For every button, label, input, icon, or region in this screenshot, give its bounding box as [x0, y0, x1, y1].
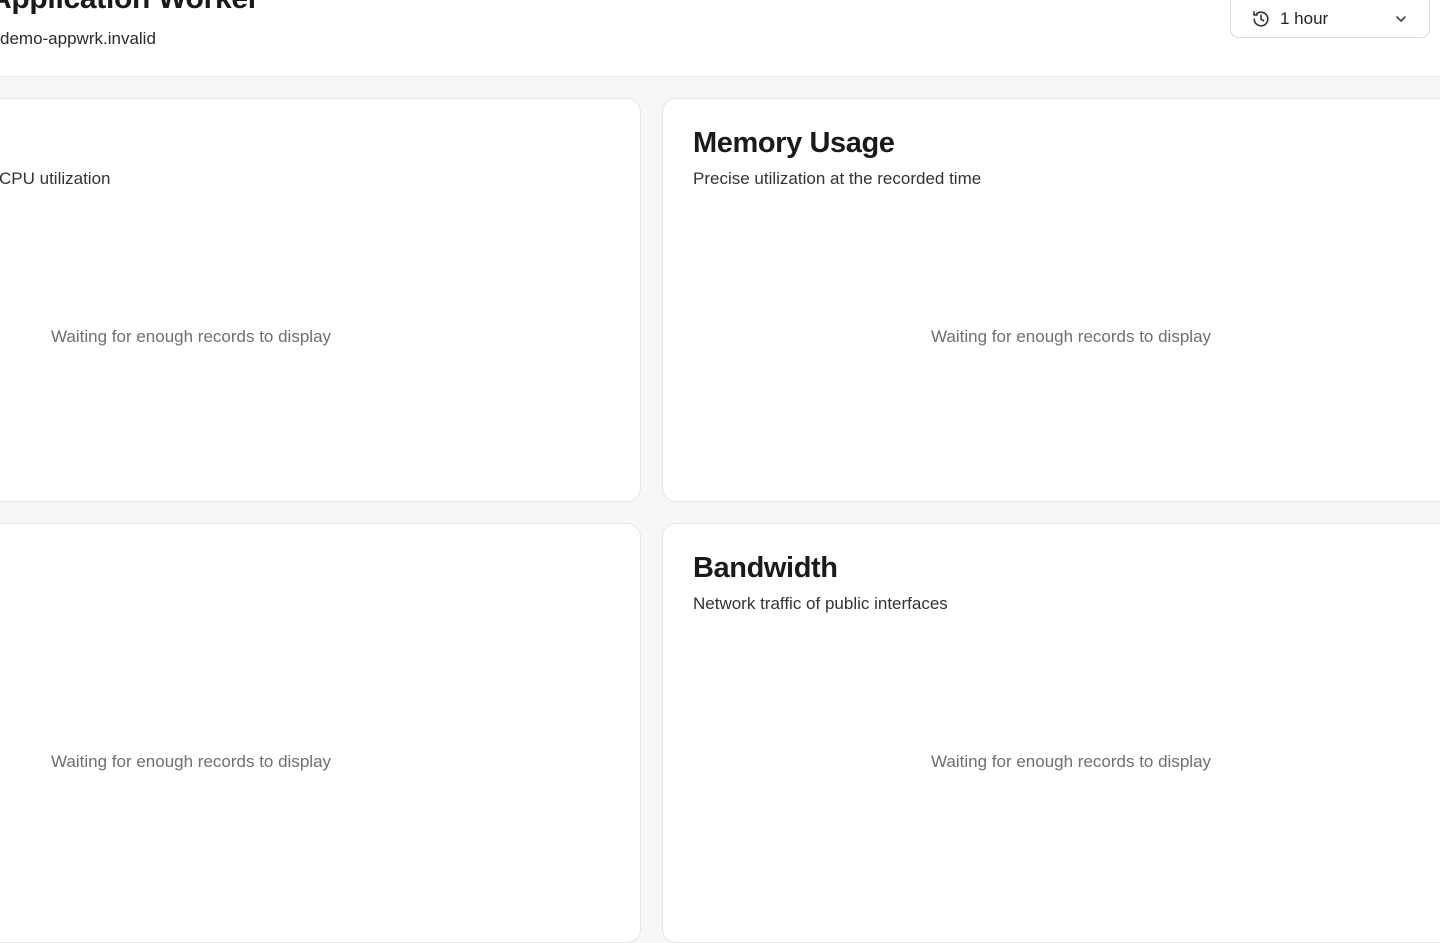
time-range-value: 1 hour — [1280, 9, 1329, 28]
card-title: Bandwidth — [693, 552, 838, 584]
empty-state-message: Waiting for enough records to display — [931, 327, 1212, 346]
cpu-usage-card: CPU utilization Waiting for enough recor… — [0, 98, 641, 502]
empty-state-message: Waiting for enough records to display — [51, 327, 332, 346]
history-icon — [1251, 9, 1271, 29]
empty-state-message: Waiting for enough records to display — [931, 752, 1212, 771]
chevron-down-icon — [1393, 11, 1409, 27]
page-header: Application Worker demo-appwrk.invalid 1… — [0, 0, 1440, 77]
card-title: Memory Usage — [693, 127, 895, 159]
page-title: Application Worker — [0, 0, 259, 16]
memory-usage-card: Memory Usage Precise utilization at the … — [662, 98, 1440, 502]
card-description: CPU utilization — [0, 169, 111, 188]
bandwidth-card: Bandwidth Network traffic of public inte… — [662, 523, 1440, 943]
metrics-card: Waiting for enough records to display — [0, 523, 641, 943]
empty-state-message: Waiting for enough records to display — [51, 752, 332, 771]
card-description: Precise utilization at the recorded time — [693, 169, 982, 188]
time-range-select[interactable]: 1 hour — [1230, 0, 1430, 38]
page-subtitle: demo-appwrk.invalid — [0, 29, 156, 48]
card-description: Network traffic of public interfaces — [693, 594, 948, 613]
